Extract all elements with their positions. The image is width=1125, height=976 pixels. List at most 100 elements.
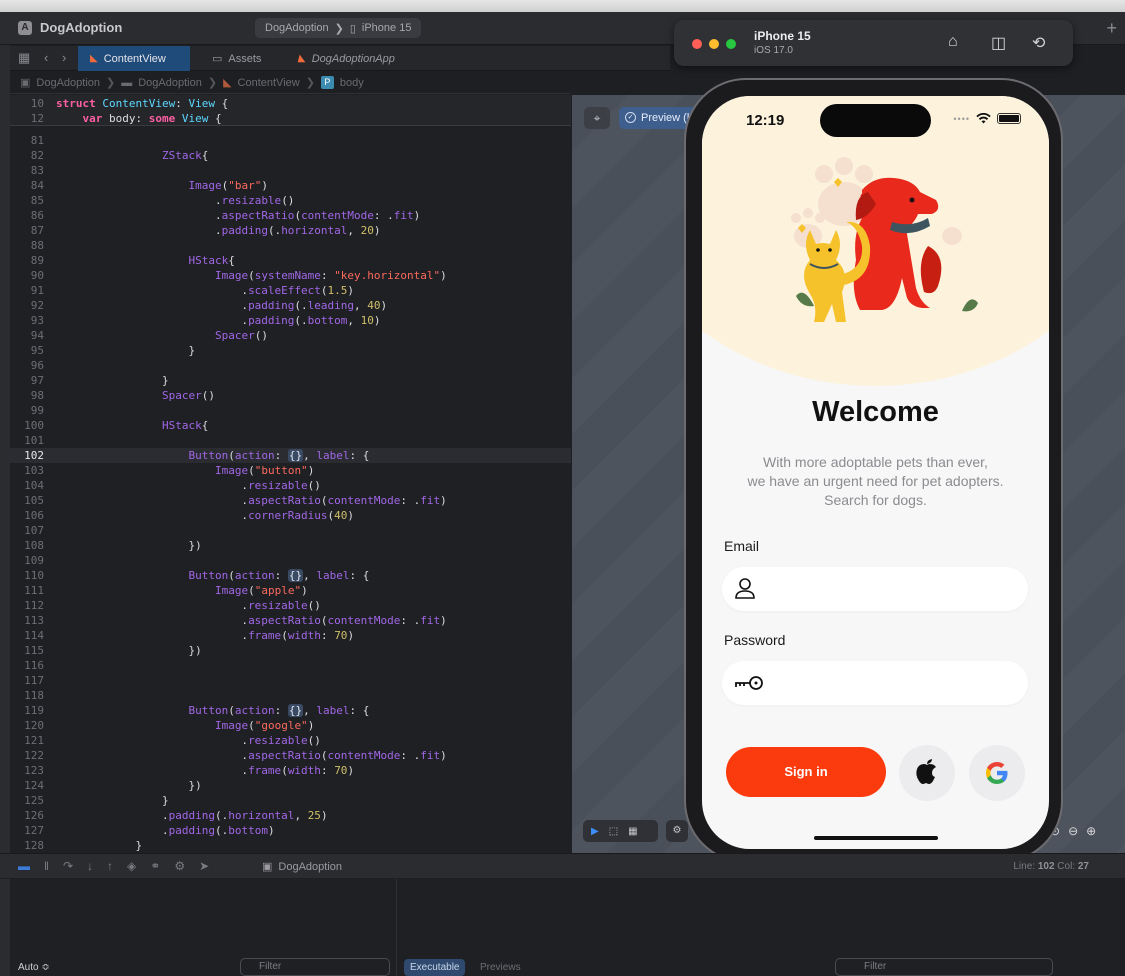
zoom-out-icon[interactable]: ⊖	[1068, 824, 1078, 838]
code-line[interactable]: 81	[10, 133, 571, 148]
code-line[interactable]: 126 .padding(.horizontal, 25)	[10, 808, 571, 823]
code-line[interactable]: 100 HStack{	[10, 418, 571, 433]
variables-scope-selector[interactable]: Auto ≎	[18, 962, 50, 973]
code-line[interactable]: 121 .resizable()	[10, 733, 571, 748]
code-line[interactable]: 113 .aspectRatio(contentMode: .fit)	[10, 613, 571, 628]
back-icon[interactable]: ‹	[44, 50, 48, 65]
step-out-icon[interactable]: ↑	[107, 859, 113, 873]
code-line[interactable]: 94 Spacer()	[10, 328, 571, 343]
executable-tab[interactable]: Executable	[404, 959, 466, 976]
add-tab-icon[interactable]: +	[1106, 18, 1117, 39]
previews-tab[interactable]: Previews	[480, 962, 521, 973]
tab-assets[interactable]: ▭ Assets	[200, 46, 273, 71]
code-line[interactable]: 104 .resizable()	[10, 478, 571, 493]
home-icon[interactable]: ⌂	[948, 33, 958, 51]
toggle-debug-area-icon[interactable]: ▬	[18, 859, 30, 873]
breadcrumb-folder[interactable]: DogAdoption	[138, 77, 202, 89]
code-line[interactable]: 111 Image("apple")	[10, 583, 571, 598]
memory-graph-icon[interactable]: ⚭	[150, 859, 160, 873]
code-line[interactable]: 83	[10, 163, 571, 178]
location-icon[interactable]: ➤	[199, 859, 209, 873]
code-line[interactable]: 107	[10, 523, 571, 538]
password-field[interactable]	[722, 661, 1028, 705]
code-line[interactable]: 90 Image(systemName: "key.horizontal")	[10, 268, 571, 283]
email-field[interactable]	[722, 567, 1028, 611]
screenshot-icon[interactable]: ◫	[991, 33, 1006, 53]
code-line[interactable]: 123 .frame(width: 70)	[10, 763, 571, 778]
code-line[interactable]: 95 }	[10, 343, 571, 358]
zoom-in-icon[interactable]: ⊕	[1086, 824, 1096, 838]
code-line[interactable]: 89 HStack{	[10, 253, 571, 268]
close-window-button[interactable]	[692, 39, 702, 49]
code-line[interactable]: 93 .padding(.bottom, 10)	[10, 313, 571, 328]
code-line[interactable]: 99	[10, 403, 571, 418]
rotate-icon[interactable]: ⟲	[1032, 33, 1045, 53]
code-line[interactable]: 105 .aspectRatio(contentMode: .fit)	[10, 493, 571, 508]
live-mode-icon[interactable]: ▶	[591, 826, 599, 837]
apple-sign-in-button[interactable]	[899, 745, 955, 801]
code-line[interactable]: 110 Button(action: {}, label: {	[10, 568, 571, 583]
step-over-icon[interactable]: ↷	[63, 859, 73, 873]
code-line[interactable]: 102 Button(action: {}, label: {	[10, 448, 571, 463]
code-line[interactable]: 82 ZStack{	[10, 148, 571, 163]
code-line[interactable]: 106 .cornerRadius(40)	[10, 508, 571, 523]
sign-in-button[interactable]: Sign in	[726, 747, 886, 797]
minimize-window-button[interactable]	[709, 39, 719, 49]
code-line[interactable]: 88	[10, 238, 571, 253]
code-line[interactable]: 84 Image("bar")	[10, 178, 571, 193]
code-line[interactable]: 87 .padding(.horizontal, 20)	[10, 223, 571, 238]
code-line[interactable]: 118	[10, 688, 571, 703]
pin-icon[interactable]: ⌖	[584, 107, 610, 129]
line-number: 86	[30, 209, 44, 222]
code-line[interactable]: 125 }	[10, 793, 571, 808]
tab-dogadoptionapp[interactable]: ◣ DogAdoptionApp	[286, 46, 407, 71]
step-in-icon[interactable]: ↓	[87, 859, 93, 873]
code-line[interactable]: 128 }	[10, 838, 571, 853]
breadcrumb-project[interactable]: DogAdoption	[36, 77, 100, 89]
code-line[interactable]: 120 Image("google")	[10, 718, 571, 733]
code-line[interactable]: 127 .padding(.bottom)	[10, 823, 571, 838]
code-line[interactable]: 108 })	[10, 538, 571, 553]
password-input[interactable]	[766, 669, 1016, 697]
code-line[interactable]: 115 })	[10, 643, 571, 658]
code-line[interactable]: 119 Button(action: {}, label: {	[10, 703, 571, 718]
variants-icon[interactable]: ▦	[628, 826, 637, 837]
code-line[interactable]: 122 .aspectRatio(contentMode: .fit)	[10, 748, 571, 763]
selectable-mode-icon[interactable]: ⬚	[609, 826, 618, 837]
view-hierarchy-icon[interactable]: ◈	[127, 859, 136, 873]
code-line[interactable]: 112 .resizable()	[10, 598, 571, 613]
code-line[interactable]: 91 .scaleEffect(1.5)	[10, 283, 571, 298]
code-line[interactable]: 10 struct ContentView: View {	[10, 96, 571, 111]
code-line[interactable]: 109	[10, 553, 571, 568]
code-line[interactable]: 117	[10, 673, 571, 688]
breadcrumb-symbol[interactable]: body	[340, 77, 364, 89]
code-line[interactable]: 116	[10, 658, 571, 673]
forward-icon[interactable]: ›	[62, 50, 66, 65]
scheme-selector[interactable]: DogAdoption ❯ ▯ iPhone 15	[255, 18, 422, 38]
pause-icon[interactable]: ‖	[44, 859, 49, 873]
google-sign-in-button[interactable]	[969, 745, 1025, 801]
zoom-window-button[interactable]	[726, 39, 736, 49]
breadcrumb-file[interactable]: ContentView	[238, 77, 300, 89]
code-line[interactable]: 92 .padding(.leading, 40)	[10, 298, 571, 313]
code-line[interactable]: 103 Image("button")	[10, 463, 571, 478]
code-editor[interactable]: 10 struct ContentView: View {12 var body:…	[10, 95, 571, 853]
variables-filter[interactable]: Filter	[240, 958, 390, 976]
code-line[interactable]: 85 .resizable()	[10, 193, 571, 208]
code-line[interactable]: 114 .frame(width: 70)	[10, 628, 571, 643]
code-line[interactable]: 12 var body: some View {	[10, 111, 571, 126]
run-destination: iPhone 15	[361, 22, 412, 34]
tab-contentview[interactable]: ◣ ContentView	[78, 46, 190, 71]
code-line[interactable]: 98 Spacer()	[10, 388, 571, 403]
code-line[interactable]: 101	[10, 433, 571, 448]
code-line[interactable]: 97 }	[10, 373, 571, 388]
code-line[interactable]: 96	[10, 358, 571, 373]
code-line[interactable]: 124 })	[10, 778, 571, 793]
console-filter[interactable]: Filter	[835, 958, 1053, 976]
grid-icon[interactable]: ▦	[18, 50, 30, 66]
email-input[interactable]	[766, 575, 1016, 603]
code-line[interactable]: 86 .aspectRatio(contentMode: .fit)	[10, 208, 571, 223]
environment-overrides-icon[interactable]: ⚙	[174, 859, 185, 873]
device-settings-icon[interactable]: ⚙	[666, 820, 688, 842]
line-number: 94	[30, 329, 44, 342]
